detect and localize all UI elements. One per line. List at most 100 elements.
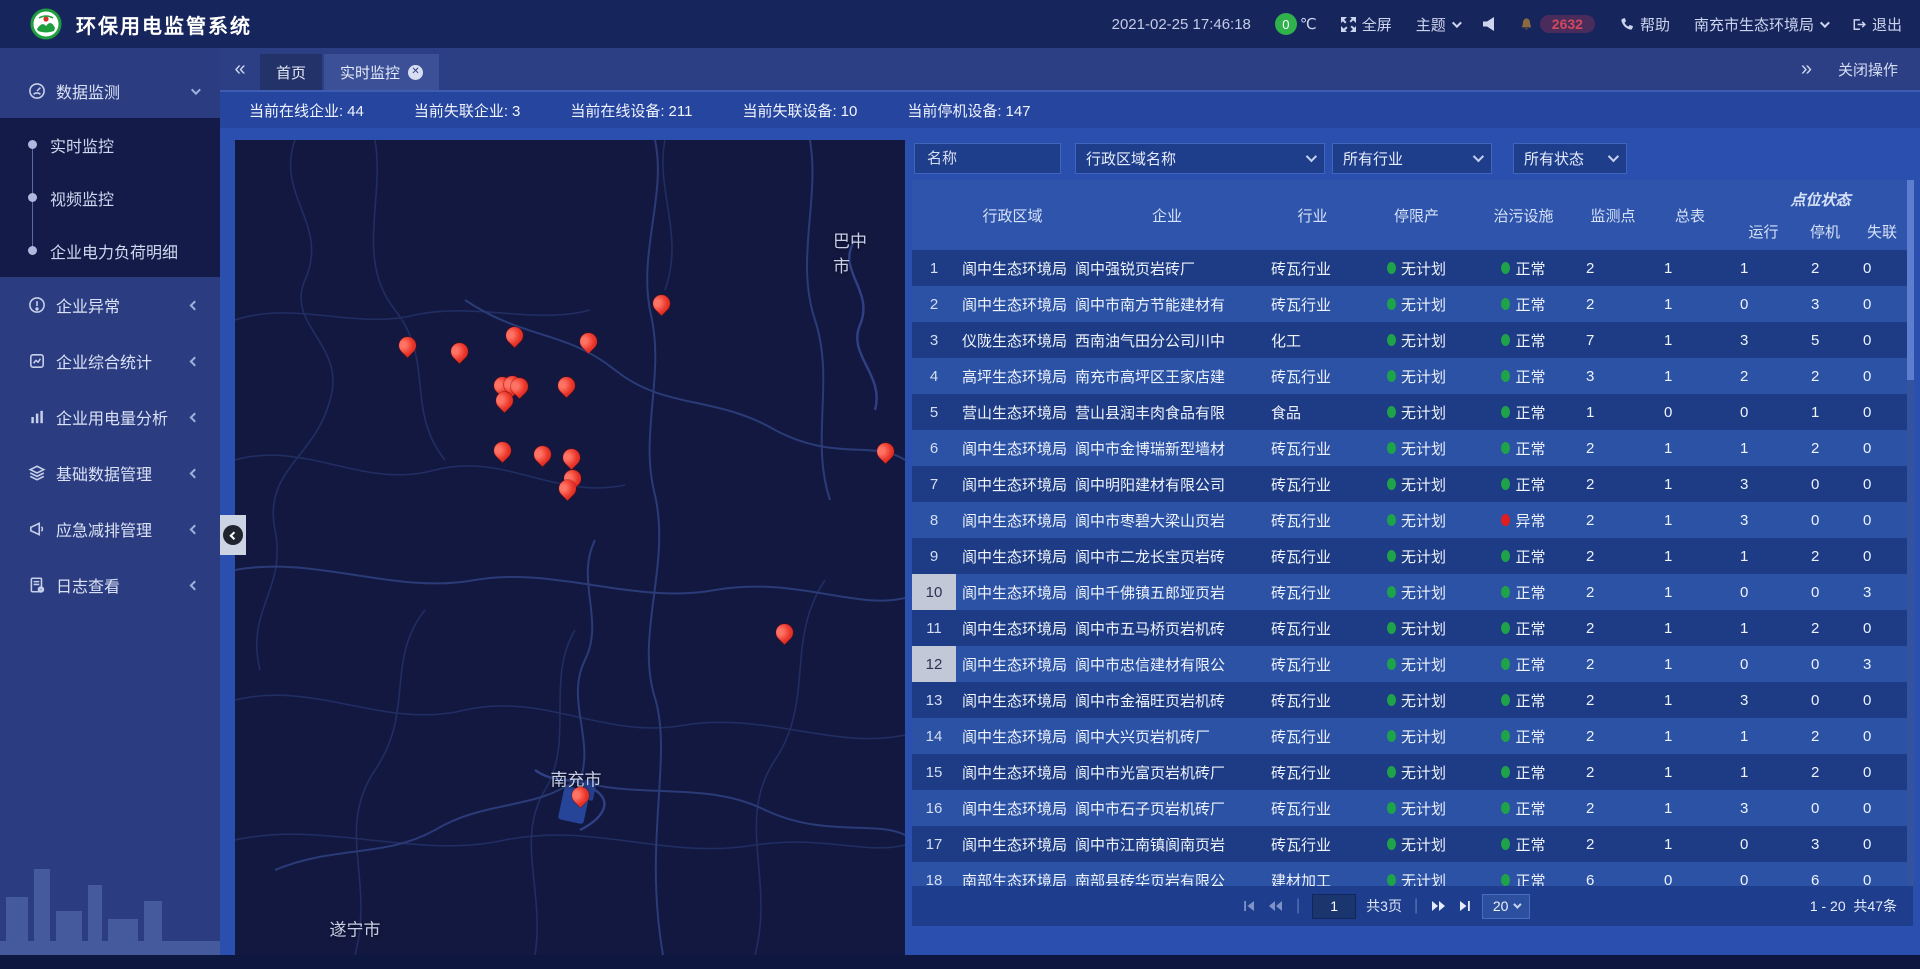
tabs-scroll-left-button[interactable]: « (220, 48, 260, 90)
table-row[interactable]: 2阆中生态环境局阆中市南方节能建材有砖瓦行业无计划正常21030 (912, 286, 1913, 322)
mute-button[interactable] (1483, 17, 1495, 31)
table-row[interactable]: 13阆中生态环境局阆中市金福旺页岩机砖砖瓦行业无计划正常21300 (912, 682, 1913, 718)
table-row[interactable]: 7阆中生态环境局阆中明阳建材有限公司砖瓦行业无计划正常21300 (912, 466, 1913, 502)
cell-running: 2 (1728, 368, 1799, 385)
sidebar-item-6[interactable]: 日志查看 (0, 557, 220, 613)
tab-0[interactable]: 首页 (260, 54, 322, 90)
cell-stopped: 0 (1799, 584, 1851, 601)
table-row[interactable]: 18南部生态环境局南部县砖华页岩有限公建材加工无计划正常60060 (912, 862, 1913, 886)
cell-stopped: 6 (1799, 872, 1851, 887)
exit-label: 退出 (1872, 14, 1902, 35)
cell-facility-status: 正常 (1473, 582, 1574, 603)
chevron-down-icon (1473, 151, 1484, 162)
previous-page-button[interactable] (1267, 899, 1284, 913)
sidebar-item-5[interactable]: 应急减排管理 (0, 501, 220, 557)
cell-stopped: 1 (1799, 404, 1851, 421)
row-index: 15 (912, 754, 956, 790)
last-page-button[interactable] (1457, 899, 1472, 913)
logout-button[interactable]: 退出 (1851, 14, 1902, 35)
sidebar-collapse-handle[interactable] (220, 515, 246, 555)
table-row[interactable]: 5营山生态环境局营山县润丰肉食品有限食品无计划正常10010 (912, 394, 1913, 430)
cell-facility-status: 正常 (1473, 546, 1574, 567)
table-row[interactable]: 6阆中生态环境局阆中市金博瑞新型墙材砖瓦行业无计划正常21120 (912, 430, 1913, 466)
sidebar-subitem-1[interactable]: 视频监控 (0, 171, 220, 224)
table-row[interactable]: 12阆中生态环境局阆中市忠信建材有限公砖瓦行业无计划正常21003 (912, 646, 1913, 682)
total-pages-label: 共3页 (1366, 896, 1402, 916)
cell-running: 0 (1728, 584, 1799, 601)
first-page-button[interactable] (1242, 899, 1257, 913)
table-row[interactable]: 11阆中生态环境局阆中市五马桥页岩机砖砖瓦行业无计划正常21120 (912, 610, 1913, 646)
map-city-label: 遂宁市 (330, 916, 381, 941)
sidebar-subitem-0[interactable]: 实时监控 (0, 118, 220, 171)
table-row[interactable]: 10阆中生态环境局阆中千佛镇五郎垭页岩砖瓦行业无计划正常21003 (912, 574, 1913, 610)
table-row[interactable]: 4高坪生态环境局南充市高坪区王家店建砖瓦行业无计划正常31220 (912, 358, 1913, 394)
sidebar-item-3[interactable]: 企业用电量分析 (0, 389, 220, 445)
chevron-down-icon (1608, 151, 1619, 162)
table-row[interactable]: 16阆中生态环境局阆中市石子页岩机砖厂砖瓦行业无计划正常21300 (912, 790, 1913, 826)
table-row[interactable]: 9阆中生态环境局阆中市二龙长宝页岩砖砖瓦行业无计划正常21120 (912, 538, 1913, 574)
sidebar-item-4[interactable]: 基础数据管理 (0, 445, 220, 501)
sidebar-item-0[interactable]: 数据监测 (0, 64, 220, 118)
next-page-button[interactable] (1430, 899, 1447, 913)
table-row[interactable]: 15阆中生态环境局阆中市光富页岩机砖厂砖瓦行业无计划正常21120 (912, 754, 1913, 790)
region-select[interactable]: 行政区域名称 (1075, 143, 1325, 174)
table-row[interactable]: 17阆中生态环境局阆中市江南镇阆南页岩砖瓦行业无计划正常21030 (912, 826, 1913, 862)
table-row[interactable]: 14阆中生态环境局阆中大兴页岩机砖厂砖瓦行业无计划正常21120 (912, 718, 1913, 754)
sidebar-item-1[interactable]: 企业异常 (0, 277, 220, 333)
sidebar-subitem-2[interactable]: 企业电力负荷明细 (0, 224, 220, 277)
name-search-input-wrap (914, 143, 1061, 174)
industry-select[interactable]: 所有行业 (1332, 143, 1492, 174)
column-header-5: 治污设施 (1473, 180, 1574, 250)
tabs-scroll-right-button[interactable]: » (1801, 48, 1812, 90)
cell-total-meter: 1 (1652, 296, 1728, 313)
cell-facility-status: 正常 (1473, 690, 1574, 711)
page-size-select[interactable]: 20 (1482, 894, 1530, 919)
help-button[interactable]: 帮助 (1619, 14, 1670, 35)
org-dropdown[interactable]: 南充市生态环境局 (1694, 14, 1827, 35)
cell-monitor-count: 2 (1574, 728, 1652, 745)
cell-total-meter: 1 (1652, 476, 1728, 493)
close-icon[interactable]: ✕ (408, 65, 423, 80)
row-index: 16 (912, 790, 956, 826)
sidebar-item-2[interactable]: 企业综合统计 (0, 333, 220, 389)
close-operations-button[interactable]: 关闭操作 (1838, 59, 1898, 80)
chevron-left-icon (190, 412, 200, 422)
row-index: 8 (912, 502, 956, 538)
cell-lost: 0 (1851, 476, 1913, 493)
status-select[interactable]: 所有状态 (1513, 143, 1627, 174)
cell-facility-status: 正常 (1473, 798, 1574, 819)
cell-industry: 砖瓦行业 (1265, 798, 1360, 819)
theme-dropdown[interactable]: 主题 (1416, 14, 1459, 35)
cell-lost: 0 (1851, 260, 1913, 277)
cell-stopped: 5 (1799, 332, 1851, 349)
cell-region: 阆中生态环境局 (956, 474, 1069, 495)
cell-industry: 化工 (1265, 330, 1360, 351)
cell-stopped: 2 (1799, 548, 1851, 565)
megaphone-icon (28, 520, 46, 538)
cell-monitor-count: 2 (1574, 296, 1652, 313)
tab-1[interactable]: 实时监控✕ (324, 54, 439, 90)
status-dot-icon (1501, 586, 1510, 598)
cell-stop-plan: 无计划 (1360, 618, 1473, 639)
cell-stop-plan: 无计划 (1360, 798, 1473, 819)
page-number-input[interactable] (1312, 894, 1356, 919)
fullscreen-button[interactable]: 全屏 (1341, 14, 1392, 35)
cell-industry: 建材加工 (1265, 870, 1360, 887)
bottom-strip (0, 955, 1920, 969)
name-search-input[interactable] (925, 149, 1050, 168)
notification-count-badge: 2632 (1540, 15, 1595, 33)
app-title: 环保用电监管系统 (76, 10, 252, 39)
table-header: 行政区域企业行业停限产治污设施监测点总表点位状态运行停机失联 (912, 180, 1913, 250)
table-row[interactable]: 8阆中生态环境局阆中市枣碧大梁山页岩砖瓦行业无计划异常21300 (912, 502, 1913, 538)
status-dot-icon (1501, 838, 1510, 850)
table-scrollbar[interactable] (1907, 180, 1914, 886)
notifications[interactable]: 2632 (1519, 15, 1595, 33)
table-row[interactable]: 1阆中生态环境局阆中强锐页岩砖厂砖瓦行业无计划正常21120 (912, 250, 1913, 286)
cell-running: 3 (1728, 332, 1799, 349)
cell-monitor-count: 2 (1574, 836, 1652, 853)
table-row[interactable]: 3仪陇生态环境局西南油气田分公司川中化工无计划正常71350 (912, 322, 1913, 358)
map-panel[interactable]: 巴中市南充市遂宁市 (235, 140, 905, 955)
cell-industry: 砖瓦行业 (1265, 654, 1360, 675)
cell-monitor-count: 3 (1574, 368, 1652, 385)
cell-region: 阆中生态环境局 (956, 438, 1069, 459)
